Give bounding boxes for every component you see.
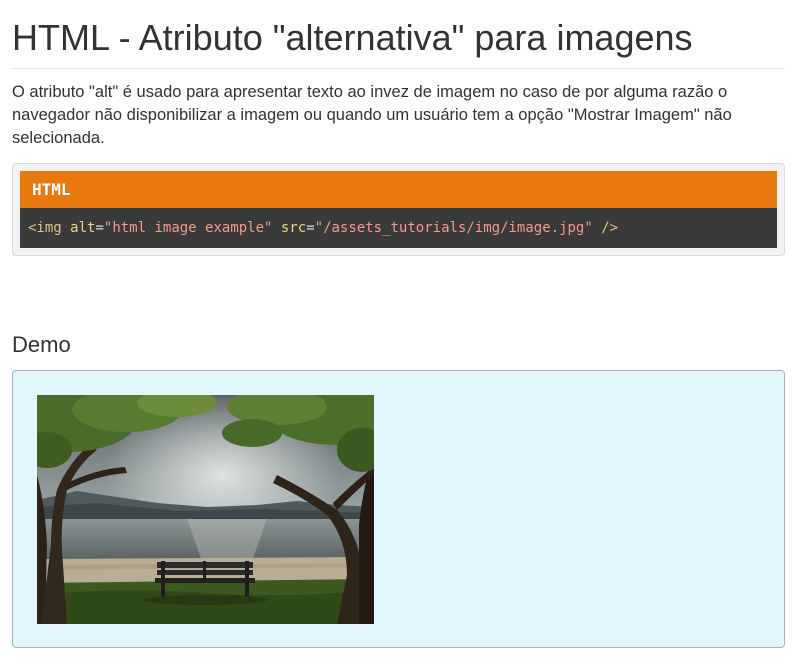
code-tag-close: /> xyxy=(601,220,619,236)
code-example: HTML <img alt="html image example" src="… xyxy=(12,163,785,256)
demo-panel xyxy=(12,370,785,648)
code-body[interactable]: <img alt="html image example" src="/asse… xyxy=(20,208,777,248)
code-attr-alt: alt xyxy=(70,220,96,236)
demo-heading: Demo xyxy=(12,332,71,357)
code-value-alt: "html image example" xyxy=(103,220,273,236)
code-equals: = xyxy=(95,220,104,236)
code-equals: = xyxy=(306,220,315,236)
code-header: HTML xyxy=(20,171,777,208)
page-content: HTML - Atributo "alternativa" para image… xyxy=(12,0,785,648)
code-tag-open: <img xyxy=(28,220,62,236)
example-image xyxy=(37,395,374,624)
page-title: HTML - Atributo "alternativa" para image… xyxy=(12,0,785,69)
intro-paragraph: O atributo "alt" é usado para apresentar… xyxy=(12,83,732,147)
code-value-src: "/assets_tutorials/img/image.jpg" xyxy=(314,220,593,236)
landscape-photo xyxy=(37,395,374,624)
code-attr-src: src xyxy=(280,220,307,236)
